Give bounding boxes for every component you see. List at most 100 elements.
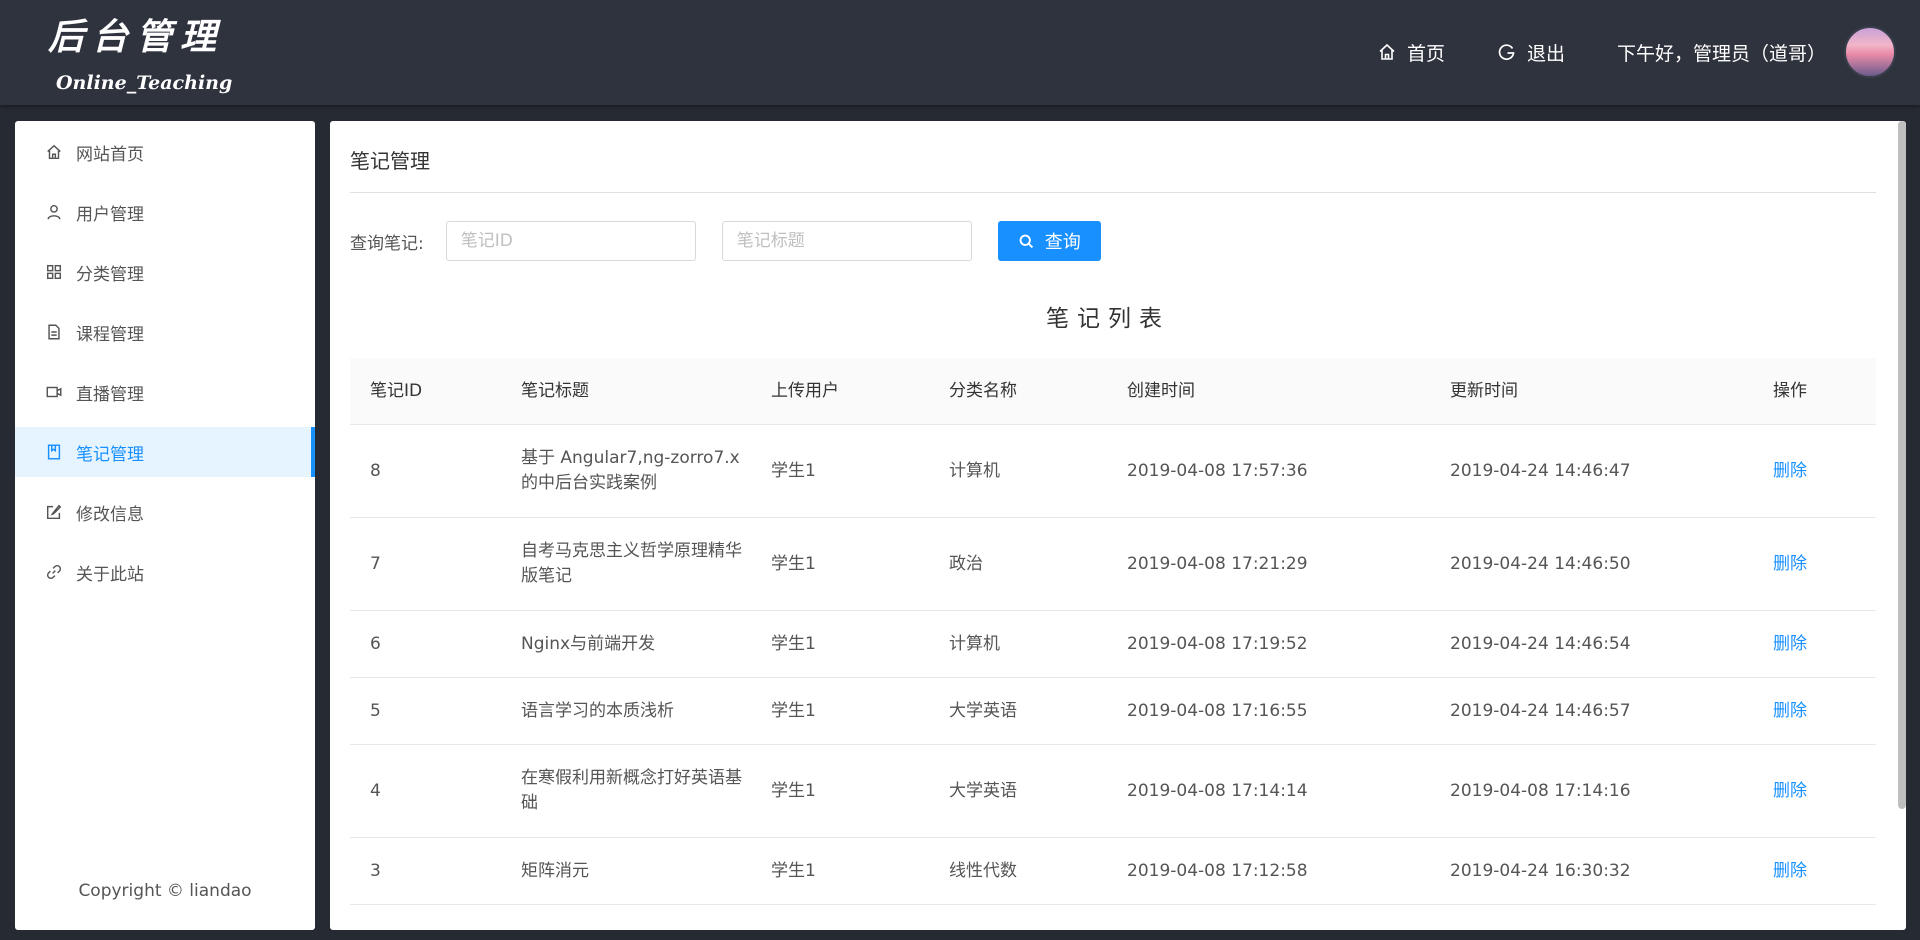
table-row: 5 语言学习的本质浅析 学生1 大学英语 2019-04-08 17:16:55… — [350, 678, 1876, 745]
delete-link[interactable]: 删除 — [1753, 459, 1876, 484]
cell-category: 线性代数 — [949, 860, 1017, 881]
cell-updated: 2019-04-24 16:30:32 — [1450, 860, 1631, 881]
book-icon — [44, 442, 64, 462]
cell-category: 大学英语 — [949, 700, 1017, 721]
cell-user: 学生1 — [771, 860, 816, 881]
home-icon — [44, 142, 64, 162]
page-title: 笔记管理 — [350, 149, 430, 173]
cell-created: 2019-04-08 17:21:29 — [1127, 553, 1308, 574]
greeting-text: 下午好，管理员（道哥） — [1616, 42, 1826, 65]
note-id-input[interactable] — [445, 221, 696, 261]
nav-home-label: 首页 — [1406, 42, 1445, 65]
sidebar-item-home[interactable]: 网站首页 — [15, 127, 315, 177]
nav-home-link[interactable]: 首页 — [1377, 39, 1445, 66]
cell-user: 学生1 — [771, 553, 816, 574]
sidebar-item-notes[interactable]: 笔记管理 — [15, 427, 315, 477]
cell-title: 基于 Angular7,ng-zorro7.x的中后台实践案例 — [521, 448, 740, 493]
logo-title: 后台管理 — [48, 16, 225, 58]
sidebar-item-live[interactable]: 直播管理 — [15, 367, 315, 417]
document-icon — [44, 322, 64, 342]
sidebar-item-label: 修改信息 — [76, 504, 144, 525]
cell-updated: 2019-04-24 14:46:54 — [1450, 633, 1631, 654]
video-icon — [44, 382, 64, 402]
cell-id: 4 — [370, 780, 381, 801]
sidebar-item-about[interactable]: 关于此站 — [15, 547, 315, 597]
cell-title: 自考马克思主义哲学原理精华版笔记 — [521, 541, 742, 586]
cell-id: 3 — [370, 860, 381, 881]
cell-id: 8 — [370, 460, 381, 481]
cell-user: 学生1 — [771, 780, 816, 801]
copyright-text: Copyright © liandao — [78, 881, 252, 901]
edit-icon — [44, 502, 64, 522]
cell-created: 2019-04-08 17:12:58 — [1127, 860, 1308, 881]
cell-category: 计算机 — [949, 460, 1000, 481]
notes-table: 笔记ID 笔记标题 上传用户 分类名称 创建时间 更新时间 操作 8 基于 An… — [350, 358, 1876, 905]
note-title-input[interactable] — [721, 221, 972, 261]
sidebar-item-label: 笔记管理 — [76, 444, 144, 465]
scrollbar[interactable] — [1898, 121, 1906, 809]
avatar[interactable] — [1844, 26, 1896, 78]
grid-icon — [44, 262, 64, 282]
cell-title: 在寒假利用新概念打好英语基础 — [521, 768, 742, 813]
sidebar-item-users[interactable]: 用户管理 — [15, 187, 315, 237]
cell-category: 计算机 — [949, 633, 1000, 654]
cell-updated: 2019-04-24 14:46:57 — [1450, 700, 1631, 721]
cell-user: 学生1 — [771, 460, 816, 481]
table-row: 3 矩阵消元 学生1 线性代数 2019-04-08 17:12:58 2019… — [350, 838, 1876, 905]
sidebar: 网站首页 用户管理 分类管理 课程管理 直播管理 笔记管理 修改信息 关于此站 … — [15, 121, 315, 930]
table-header: 笔记ID 笔记标题 上传用户 分类名称 创建时间 更新时间 操作 — [350, 358, 1876, 425]
search-label: 查询笔记: — [350, 233, 424, 254]
cell-created: 2019-04-08 17:57:36 — [1127, 460, 1308, 481]
logo-subtitle: Online_Teaching — [56, 72, 233, 94]
cell-title: Nginx与前端开发 — [521, 633, 656, 654]
title-divider — [350, 192, 1876, 193]
cell-id: 5 — [370, 700, 381, 721]
sidebar-item-label: 关于此站 — [76, 564, 144, 585]
delete-link[interactable]: 删除 — [1753, 859, 1876, 884]
sidebar-item-label: 直播管理 — [76, 384, 144, 405]
column-header: 笔记标题 — [521, 380, 589, 401]
delete-link[interactable]: 删除 — [1753, 552, 1876, 577]
cell-id: 7 — [370, 553, 381, 574]
search-icon — [1019, 234, 1033, 248]
nav-logout-link[interactable]: 退出 — [1497, 39, 1565, 66]
search-bar: 查询笔记: 查询 — [350, 221, 1101, 261]
cell-title: 矩阵消元 — [521, 860, 589, 881]
table-row: 7 自考马克思主义哲学原理精华版笔记 学生1 政治 2019-04-08 17:… — [350, 518, 1876, 611]
delete-link[interactable]: 删除 — [1753, 699, 1876, 724]
table-row: 6 Nginx与前端开发 学生1 计算机 2019-04-08 17:19:52… — [350, 611, 1876, 678]
sidebar-item-courses[interactable]: 课程管理 — [15, 307, 315, 357]
column-header: 创建时间 — [1127, 380, 1195, 401]
delete-link[interactable]: 删除 — [1753, 632, 1876, 657]
top-header: 后台管理 Online_Teaching 首页 退出 下午好，管理员（道哥） — [0, 0, 1920, 105]
table-row: 4 在寒假利用新概念打好英语基础 学生1 大学英语 2019-04-08 17:… — [350, 745, 1876, 838]
cell-created: 2019-04-08 17:16:55 — [1127, 700, 1308, 721]
top-nav: 首页 退出 下午好，管理员（道哥） — [1377, 26, 1896, 78]
column-header: 上传用户 — [771, 380, 839, 401]
cell-user: 学生1 — [771, 633, 816, 654]
cell-updated: 2019-04-08 17:14:16 — [1450, 780, 1631, 801]
cell-category: 大学英语 — [949, 780, 1017, 801]
list-title: 笔记列表 — [1046, 306, 1170, 332]
sidebar-item-label: 课程管理 — [76, 324, 144, 345]
column-header: 更新时间 — [1450, 380, 1518, 401]
cell-created: 2019-04-08 17:19:52 — [1127, 633, 1308, 654]
cell-category: 政治 — [949, 553, 983, 574]
logout-icon — [1498, 44, 1515, 60]
nav-logout-label: 退出 — [1526, 42, 1565, 65]
logo[interactable]: 后台管理 Online_Teaching — [48, 8, 232, 94]
cell-title: 语言学习的本质浅析 — [521, 700, 674, 721]
cell-id: 6 — [370, 633, 381, 654]
main-panel: 笔记管理 查询笔记: 查询 笔记列表 笔记ID 笔记标题 上传用户 分类名称 创… — [330, 121, 1906, 930]
search-button[interactable]: 查询 — [997, 221, 1101, 261]
sidebar-item-categories[interactable]: 分类管理 — [15, 247, 315, 297]
cell-created: 2019-04-08 17:14:14 — [1127, 780, 1308, 801]
sidebar-item-edit-info[interactable]: 修改信息 — [15, 487, 315, 537]
sidebar-item-label: 分类管理 — [76, 264, 144, 285]
search-button-label: 查询 — [1044, 232, 1081, 253]
sidebar-item-label: 网站首页 — [76, 144, 144, 165]
column-header: 笔记ID — [370, 380, 423, 401]
cell-updated: 2019-04-24 14:46:47 — [1450, 460, 1631, 481]
delete-link[interactable]: 删除 — [1753, 779, 1876, 804]
cell-user: 学生1 — [771, 700, 816, 721]
